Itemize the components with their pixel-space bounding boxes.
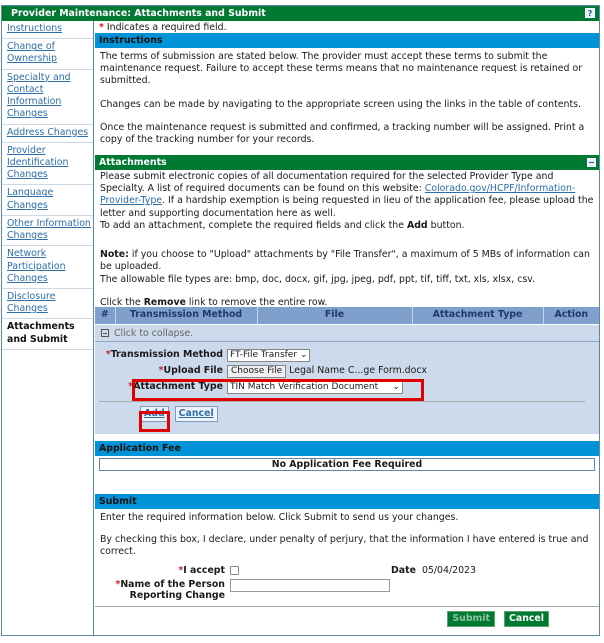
window-title: Provider Maintenance: Attachments and Su… [11, 8, 266, 19]
add-instruction: To add an attachment, complete the requi… [100, 220, 594, 232]
remove-text: Click the [100, 296, 144, 308]
reporter-name-input[interactable] [230, 578, 390, 592]
instructions-paragraph: Changes can be made by navigating to the… [100, 98, 582, 110]
sidebar-link[interactable]: Instructions [7, 23, 62, 34]
col-header-file: File [257, 307, 413, 324]
window-title-bar: Provider Maintenance: Attachments and Su… [2, 6, 599, 21]
selected-file-name: Legal Name C...ge Form.docx [289, 364, 428, 376]
sidebar-link[interactable]: Address Changes [7, 127, 88, 138]
perjury-declaration: By checking this box, I declare, under p… [100, 534, 589, 558]
instructions-heading: Instructions [95, 33, 599, 48]
accept-checkbox[interactable] [230, 566, 239, 576]
sidebar-item-provider-identification[interactable]: Provider Identification Changes [2, 143, 93, 186]
submit-instruction: Enter the required information below. Cl… [100, 512, 459, 523]
chevron-down-icon: ⌄ [299, 349, 308, 360]
note-text: if you choose to "Upload" attachments by… [100, 249, 590, 273]
submit-actions: Submit Cancel [95, 607, 599, 628]
note-label: Note: [100, 249, 129, 261]
instructions-body: The terms of submission are stated below… [95, 48, 599, 155]
col-header-attachment-type: Attachment Type [412, 307, 544, 324]
reporter-name-label-line2: Reporting Change [129, 589, 225, 601]
sidebar-link[interactable]: Disclosure Changes [7, 291, 55, 314]
transmission-method-select[interactable]: FT-File Transfer ⌄ [227, 348, 311, 362]
add-instruction-text-after: button. [427, 219, 465, 231]
sidebar-nav: Instructions Change of Ownership Special… [2, 21, 94, 635]
sidebar-item-instructions[interactable]: Instructions [2, 21, 93, 40]
add-instruction-text: To add an attachment, complete the requi… [100, 219, 407, 231]
application-fee-status: No Application Fee Required [99, 458, 595, 471]
sidebar-item-change-of-ownership[interactable]: Change of Ownership [2, 39, 93, 70]
required-field-note: * Indicates a required field. [95, 21, 599, 33]
upload-file-row: *Upload File Choose File Legal Name C...… [95, 363, 599, 379]
col-header-action: Action [543, 307, 599, 324]
submit-body: Enter the required information below. Cl… [95, 509, 599, 604]
highlight-add-button [139, 411, 170, 432]
accept-label: *I accept [100, 565, 230, 577]
collapse-icon[interactable] [101, 329, 109, 337]
sidebar-item-other-information[interactable]: Other Information Changes [2, 216, 93, 247]
date-label: Date [391, 564, 416, 576]
col-header-number: # [95, 307, 116, 324]
choose-file-button[interactable]: Choose File [227, 364, 287, 378]
sidebar-item-specialty-contact[interactable]: Specialty and Contact Information Change… [2, 70, 93, 125]
date-value: 05/04/2023 [421, 564, 476, 576]
col-header-transmission-method: Transmission Method [115, 307, 258, 324]
sidebar-link[interactable]: Other Information Changes [7, 218, 91, 241]
sidebar-item-disclosure-changes[interactable]: Disclosure Changes [2, 289, 93, 320]
reporter-name-row: *Name of the Person Reporting Change [100, 578, 594, 602]
transmission-method-label: *Transmission Method [95, 349, 227, 361]
required-note-text: Indicates a required field. [103, 22, 227, 33]
remove-bold: Remove [143, 296, 186, 308]
submit-heading: Submit [95, 494, 599, 509]
transmission-method-row: *Transmission Method FT-File Transfer ⌄ [95, 347, 599, 363]
collapse-toggle-row[interactable]: Click to collapse. [95, 324, 599, 341]
sidebar-link[interactable]: Provider Identification Changes [7, 145, 68, 180]
sidebar-link[interactable]: Language Changes [7, 187, 53, 210]
sidebar-link[interactable]: Change of Ownership [7, 41, 57, 64]
provider-maintenance-window: Provider Maintenance: Attachments and Su… [1, 5, 600, 636]
collapse-section-icon[interactable] [587, 158, 596, 167]
sidebar-item-attachments-submit: Attachments and Submit [2, 319, 93, 350]
accept-label-text: I accept [183, 564, 225, 576]
sidebar-item-language-changes[interactable]: Language Changes [2, 185, 93, 216]
attachments-body: Please submit electronic copies of all d… [95, 170, 599, 308]
submit-button[interactable]: Submit [447, 611, 495, 628]
allowed-file-types: The allowable file types are: bmp, doc, … [100, 273, 536, 285]
upload-file-label-text: Upload File [163, 364, 223, 376]
instructions-paragraph: Once the maintenance request is submitte… [100, 121, 585, 146]
sidebar-link[interactable]: Network Participation Changes [7, 248, 66, 283]
table-header-row: # Transmission Method File Attachment Ty… [95, 307, 599, 324]
sidebar-active-label: Attachments and Submit [7, 321, 75, 345]
sidebar-item-address-changes[interactable]: Address Changes [2, 125, 93, 143]
transmission-method-label-text: Transmission Method [110, 348, 223, 360]
cancel-button[interactable]: Cancel [503, 611, 549, 628]
add-attachment-form: *Transmission Method FT-File Transfer ⌄ … [95, 341, 599, 434]
main-content: * Indicates a required field. Instructio… [95, 21, 599, 628]
attachments-table: # Transmission Method File Attachment Ty… [95, 307, 599, 324]
collapse-text[interactable]: Click to collapse. [114, 328, 193, 339]
form-divider [99, 401, 585, 402]
upload-note: Note: if you choose to "Upload" attachme… [100, 249, 594, 273]
transmission-method-value: FT-File Transfer [230, 349, 298, 360]
remove-text-after: link to remove the entire row. [185, 296, 328, 308]
reporter-name-label-line1: Name of the Person [120, 578, 225, 590]
intro-text-after: . If a hardship exemption is being reque… [100, 195, 594, 219]
sidebar-item-network-participation[interactable]: Network Participation Changes [2, 246, 93, 289]
reporter-name-label: *Name of the Person Reporting Change [100, 579, 230, 602]
form-actions: Add Cancel [95, 406, 599, 423]
attachments-heading-text: Attachments [99, 157, 167, 168]
accept-row: *I accept Date 05/04/2023 [100, 563, 594, 579]
sidebar-link[interactable]: Specialty and Contact Information Change… [7, 72, 71, 120]
help-icon[interactable]: ? [585, 8, 595, 18]
highlight-attachment-type [132, 379, 424, 401]
instructions-paragraph: The terms of submission are stated below… [100, 51, 583, 87]
attachments-heading: Attachments [95, 155, 599, 170]
attachments-intro: Please submit electronic copies of all d… [100, 171, 594, 220]
cancel-attachment-button[interactable]: Cancel [174, 406, 218, 423]
upload-file-label: *Upload File [95, 365, 227, 377]
application-fee-heading: Application Fee [95, 441, 599, 456]
add-instruction-bold: Add [406, 219, 428, 231]
